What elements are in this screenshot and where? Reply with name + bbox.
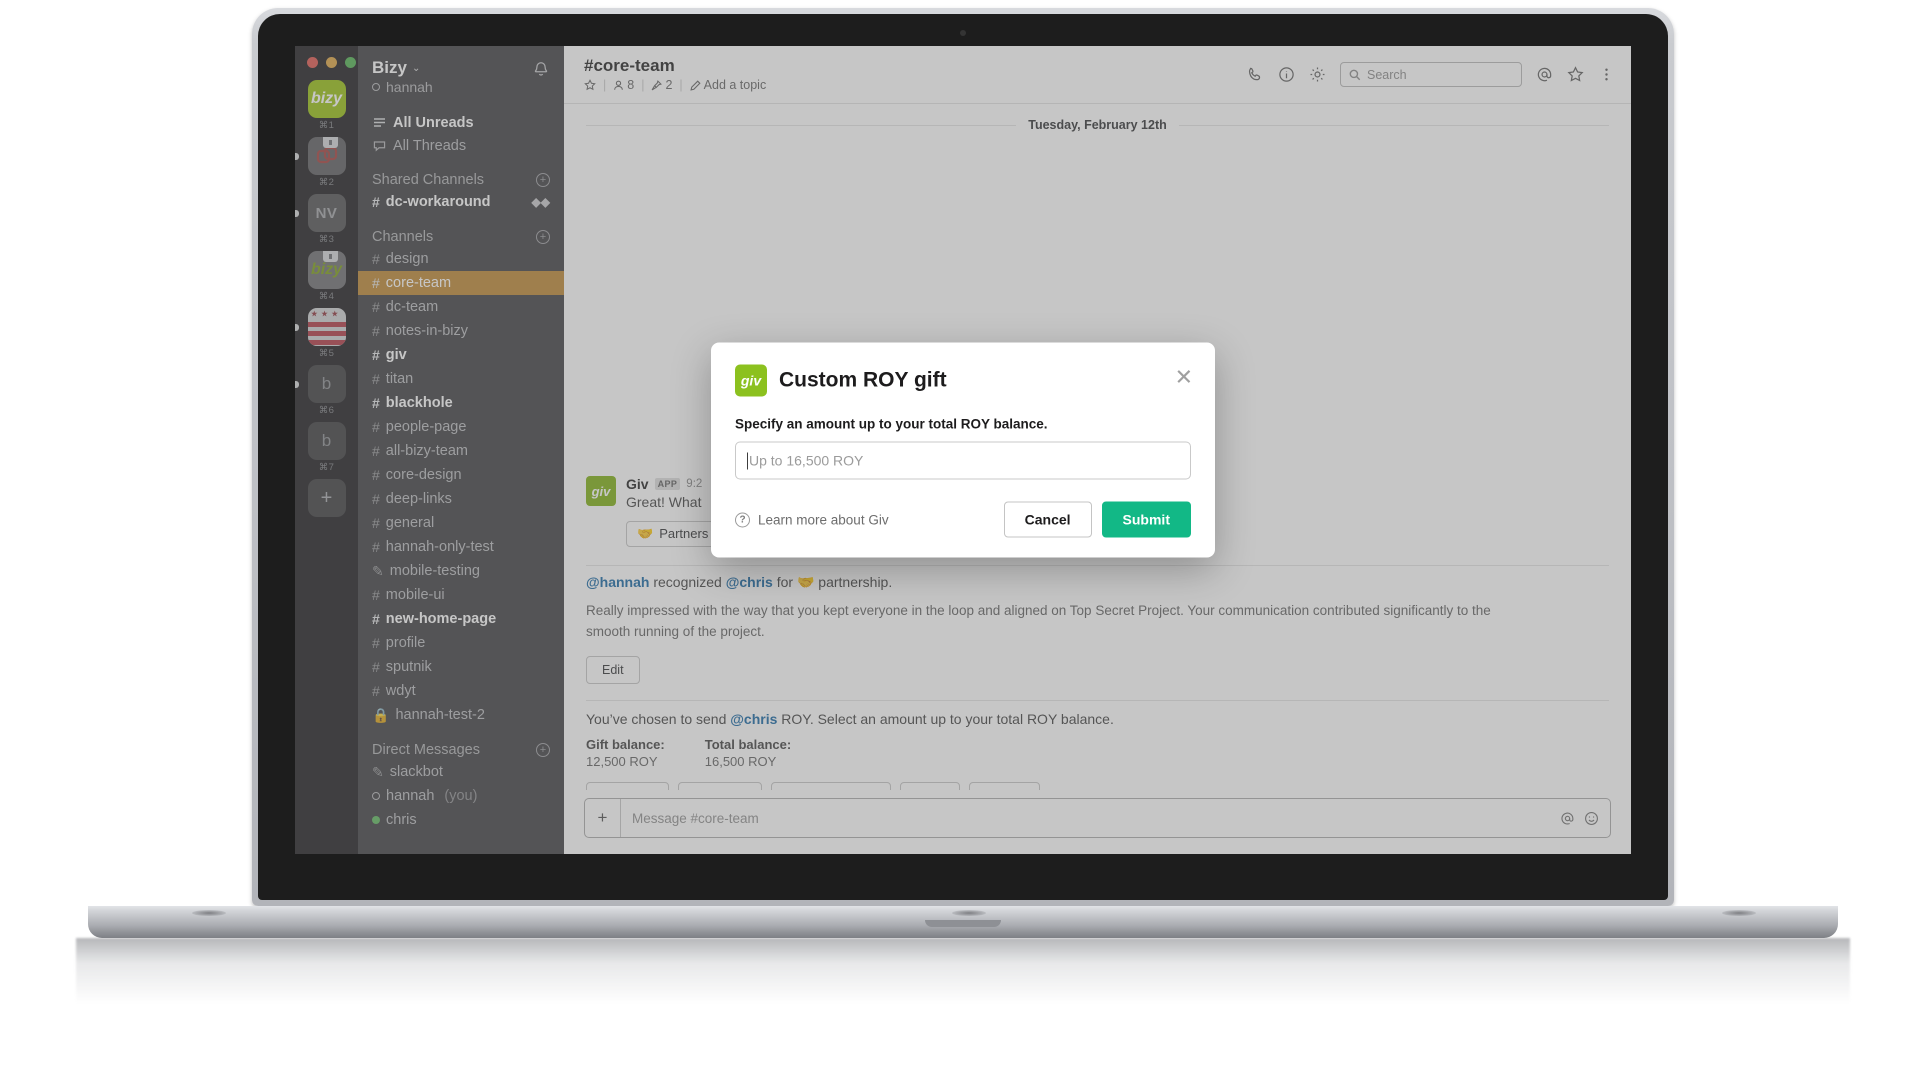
dialog-footer: ? Learn more about Giv Cancel Submit <box>735 501 1191 538</box>
laptop-shadow <box>76 938 1850 1004</box>
laptop-foot <box>192 910 226 916</box>
text-caret <box>747 452 748 469</box>
laptop-mockup: bizy ⌘1 ⌘2 NV ⌘3 bizy ⌘4 ★★★ ⌘5 b ⌘6 b ⌘… <box>76 8 1850 1004</box>
laptop-foot <box>1722 910 1756 916</box>
webcam-icon <box>960 30 966 36</box>
dialog-actions: Cancel Submit <box>1003 501 1191 538</box>
learn-more-link[interactable]: ? Learn more about Giv <box>735 512 889 527</box>
laptop-notch <box>925 920 1001 927</box>
dialog-subtitle: Specify an amount up to your total ROY b… <box>735 416 1048 432</box>
dialog-header: giv Custom ROY gift ✕ <box>735 364 1193 397</box>
cancel-button[interactable]: Cancel <box>1003 501 1092 538</box>
laptop-lid: bizy ⌘1 ⌘2 NV ⌘3 bizy ⌘4 ★★★ ⌘5 b ⌘6 b ⌘… <box>252 8 1674 906</box>
learn-more-label: Learn more about Giv <box>758 512 889 527</box>
amount-input[interactable]: Up to 16,500 ROY <box>735 441 1191 480</box>
laptop-foot <box>952 910 986 916</box>
giv-logo-icon: giv <box>735 364 767 397</box>
submit-button[interactable]: Submit <box>1101 501 1191 538</box>
close-icon[interactable]: ✕ <box>1175 366 1193 389</box>
dialog-title: Custom ROY gift <box>779 368 947 392</box>
question-icon: ? <box>735 512 750 527</box>
screen: bizy ⌘1 ⌘2 NV ⌘3 bizy ⌘4 ★★★ ⌘5 b ⌘6 b ⌘… <box>295 46 1631 854</box>
amount-input-placeholder: Up to 16,500 ROY <box>749 452 864 469</box>
custom-roy-gift-dialog: giv Custom ROY gift ✕ Specify an amount … <box>711 342 1215 558</box>
